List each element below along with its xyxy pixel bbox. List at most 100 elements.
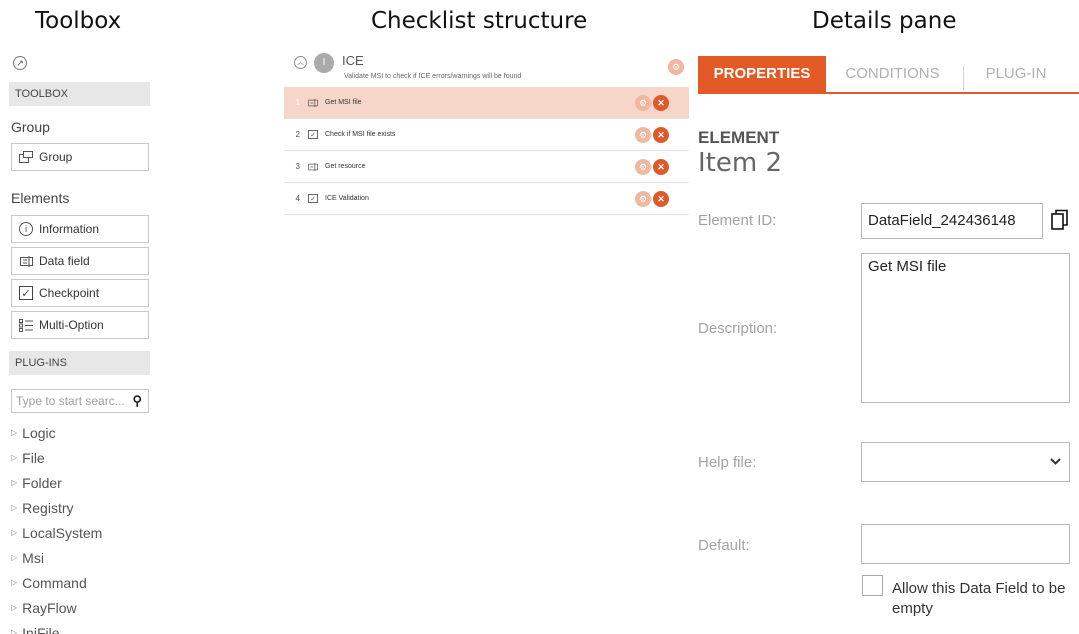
- remove-icon[interactable]: ✕: [653, 95, 669, 111]
- plugin-item-label: Logic: [22, 424, 56, 441]
- help-file-select[interactable]: [861, 442, 1070, 482]
- plugin-item[interactable]: ▷ Msi: [11, 545, 102, 570]
- collapse-chevron-icon[interactable]: ︿: [294, 56, 307, 69]
- row-label: ICE Validation: [325, 195, 369, 202]
- checkpoint-button-label: Checkpoint: [39, 286, 100, 300]
- tab-divider: [963, 66, 964, 90]
- chevron-down-icon: [1050, 454, 1061, 468]
- tool-icon[interactable]: ⚙: [635, 127, 651, 143]
- description-label: Description:: [698, 320, 778, 337]
- default-field[interactable]: [861, 524, 1070, 564]
- checkbox-icon: ✓: [19, 286, 33, 300]
- expand-triangle-icon: ▷: [11, 603, 18, 612]
- expand-triangle-icon: ▷: [11, 503, 18, 512]
- elements-section-label: Elements: [11, 190, 70, 206]
- multi-option-icon: [19, 318, 33, 332]
- remove-icon[interactable]: ✕: [653, 127, 669, 143]
- group-icon: [19, 150, 33, 164]
- plugin-item-label: Command: [22, 574, 87, 591]
- group-button[interactable]: Group: [11, 143, 149, 171]
- plugin-item-label: Registry: [22, 499, 74, 516]
- row-number: 1: [295, 98, 300, 107]
- tab-conditions[interactable]: CONDITIONS: [826, 56, 959, 92]
- default-label: Default:: [698, 537, 750, 554]
- description-field[interactable]: Get MSI file: [861, 253, 1070, 403]
- description-textarea[interactable]: Get MSI file: [862, 254, 1069, 402]
- tool-icon[interactable]: ⚙: [635, 191, 651, 207]
- expand-triangle-icon: ▷: [11, 428, 18, 437]
- expand-triangle-icon: ▷: [11, 528, 18, 537]
- group-section-label: Group: [11, 119, 50, 135]
- checkbox-icon: ✓: [308, 130, 318, 139]
- details-tabs: PROPERTIES CONDITIONS PLUG-IN: [698, 56, 1079, 94]
- checklist-row[interactable]: 2 ✓ Check if MSI file exists ⚙ ✕: [284, 119, 689, 151]
- group-button-label: Group: [39, 150, 73, 164]
- row-label: Get resource: [325, 163, 366, 170]
- group-number-badge: I: [314, 53, 334, 73]
- toolbox-band: TOOLBOX: [9, 82, 150, 106]
- data-field-icon: [308, 162, 318, 171]
- plugin-item[interactable]: ▷ File: [11, 445, 102, 470]
- expand-triangle-icon: ▷: [11, 578, 18, 587]
- data-field-button[interactable]: Data field: [11, 247, 149, 275]
- information-button-label: Information: [39, 222, 100, 236]
- multi-option-button[interactable]: Multi-Option: [11, 311, 149, 339]
- element-id-field[interactable]: [861, 203, 1043, 239]
- plugin-item[interactable]: ▷ Folder: [11, 470, 102, 495]
- data-field-icon: [308, 98, 318, 107]
- arrow-pin-icon[interactable]: ↗: [13, 56, 27, 70]
- tab-plug-in[interactable]: PLUG-IN: [966, 56, 1066, 92]
- data-field-button-label: Data field: [39, 254, 90, 268]
- row-number: 2: [295, 130, 300, 139]
- plugins-band: PLUG-INS: [9, 351, 150, 375]
- search-icon[interactable]: ⚲: [132, 393, 142, 409]
- multi-option-button-label: Multi-Option: [39, 318, 104, 332]
- expand-triangle-icon: ▷: [11, 478, 18, 487]
- remove-icon[interactable]: ✕: [653, 159, 669, 175]
- information-button[interactable]: i Information: [11, 215, 149, 243]
- plugin-search-box[interactable]: ⚲: [11, 389, 149, 413]
- expand-triangle-icon: ▷: [11, 628, 18, 634]
- help-file-label: Help file:: [698, 454, 757, 471]
- info-icon: i: [19, 222, 33, 236]
- checklist-row[interactable]: 3 Get resource ⚙ ✕: [284, 151, 689, 183]
- plugin-item-label: LocalSystem: [22, 524, 103, 541]
- plugin-item-label: RayFlow: [22, 599, 77, 616]
- group-title: ICE: [342, 53, 364, 68]
- tool-icon[interactable]: ⚙: [635, 159, 651, 175]
- row-label: Get MSI file: [325, 99, 362, 106]
- plugin-search-input[interactable]: [16, 394, 126, 408]
- checklist-row[interactable]: 4 ✓ ICE Validation ⚙ ✕: [284, 183, 689, 215]
- allow-empty-label: Allow this Data Field to be empty: [892, 580, 1066, 617]
- group-subtitle: Validate MSI to check if ICE errors/warn…: [344, 73, 522, 80]
- expand-triangle-icon: ▷: [11, 453, 18, 462]
- row-number: 4: [295, 194, 300, 203]
- checklist-row[interactable]: 1 Get MSI file ⚙ ✕: [284, 87, 689, 119]
- plugin-item[interactable]: ▷ IniFile: [11, 620, 102, 634]
- tool-icon[interactable]: ⚙: [635, 95, 651, 111]
- default-input[interactable]: [862, 525, 1069, 556]
- plugin-item-label: Folder: [22, 474, 62, 491]
- element-id-input[interactable]: [862, 204, 1042, 233]
- tab-properties[interactable]: PROPERTIES: [698, 56, 826, 92]
- plugin-item[interactable]: ▷ Registry: [11, 495, 102, 520]
- plugin-list: ▷ Logic ▷ File ▷ Folder ▷ Registry ▷ LocalSys…: [11, 420, 102, 634]
- plugin-item[interactable]: ▷ Command: [11, 570, 102, 595]
- element-item-title: Item 2: [698, 148, 782, 178]
- checklist-group-header[interactable]: ︿ I ICE Validate MSI to check if ICE err…: [294, 53, 684, 84]
- expand-triangle-icon: ▷: [11, 553, 18, 562]
- plugin-item[interactable]: ▷ RayFlow: [11, 595, 102, 620]
- element-id-label: Element ID:: [698, 212, 777, 229]
- tool-icon[interactable]: ⚙: [668, 59, 684, 75]
- allow-empty-checkbox[interactable]: [862, 575, 883, 596]
- checkpoint-button[interactable]: ✓ Checkpoint: [11, 279, 149, 307]
- plugin-item-label: File: [22, 449, 45, 466]
- plugin-item[interactable]: ▷ Logic: [11, 420, 102, 445]
- details-heading: Details pane: [812, 8, 957, 34]
- remove-icon[interactable]: ✕: [653, 191, 669, 207]
- plugin-item[interactable]: ▷ LocalSystem: [11, 520, 102, 545]
- row-label: Check if MSI file exists: [325, 131, 396, 138]
- copy-icon[interactable]: [1050, 209, 1070, 231]
- element-type-label: ELEMENT: [698, 128, 780, 147]
- checklist-heading: Checklist structure: [371, 8, 588, 34]
